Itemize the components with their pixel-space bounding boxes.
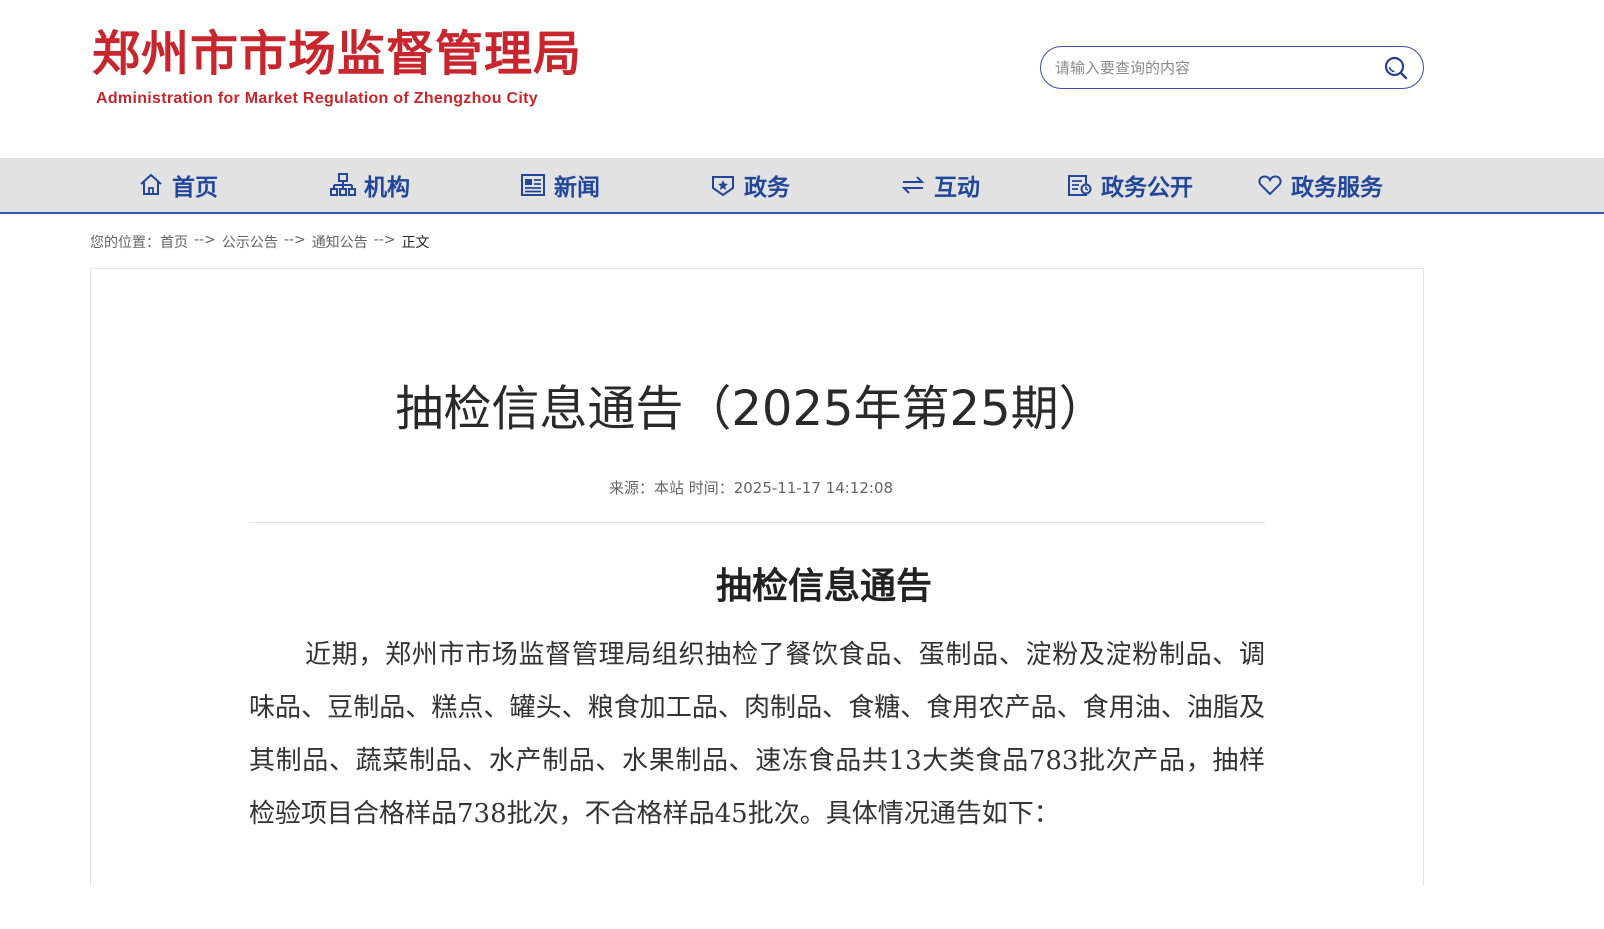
nav-label: 新闻: [554, 175, 600, 201]
breadcrumb-link-notices[interactable]: 通知公告: [312, 232, 368, 252]
document-disclosure-icon: [1067, 172, 1093, 198]
logo-title: 郑州市市场监督管理局: [92, 26, 583, 82]
nav-label: 互动: [934, 175, 980, 201]
nav-item-services[interactable]: 政务服务: [1257, 158, 1383, 212]
nav-label: 政务: [744, 175, 790, 201]
home-icon: [138, 172, 164, 198]
breadcrumb-separator: -->: [283, 232, 306, 248]
nav-label: 首页: [172, 175, 218, 201]
breadcrumb-separator: -->: [194, 232, 216, 248]
nav-label: 机构: [364, 175, 410, 201]
nav-label: 政务服务: [1291, 175, 1383, 201]
nav-item-government[interactable]: 政务: [710, 158, 790, 212]
article-container: 抽检信息通告（2025年第25期） 来源：本站 时间：2025-11-17 14…: [90, 268, 1424, 908]
breadcrumb-link-announcements[interactable]: 公示公告: [222, 232, 278, 252]
heart-icon: [1257, 172, 1283, 198]
nav-item-news[interactable]: 新闻: [520, 158, 600, 212]
article-subtitle: 抽检信息通告: [715, 565, 932, 607]
search-input[interactable]: [1055, 56, 1365, 80]
breadcrumb: 您的位置： 首页 --> 公示公告 --> 通知公告 --> 正文: [90, 232, 430, 252]
government-shield-icon: [710, 172, 736, 198]
article-meta: 来源：本站 时间：2025-11-17 14:12:08: [608, 479, 894, 497]
breadcrumb-separator: -->: [373, 232, 396, 248]
page-bottom-edge: [0, 886, 1604, 929]
exchange-arrows-icon: [900, 172, 926, 198]
nav-item-org[interactable]: 机构: [330, 158, 410, 212]
article-title: 抽检信息通告（2025年第25期）: [395, 381, 1107, 437]
main-nav: 首页 机构 新闻 政务 互动 政务公开 政务服务: [0, 158, 1604, 214]
article-body: 近期，郑州市市场监督管理局组织抽检了餐饮食品、蛋制品、淀粉及淀粉制品、调味品、豆…: [249, 640, 1265, 829]
nav-item-disclosure[interactable]: 政务公开: [1067, 158, 1193, 212]
breadcrumb-prefix: 您的位置：: [90, 235, 160, 251]
site-logo[interactable]: 郑州市市场监督管理局 Administration for Market Reg…: [92, 26, 582, 108]
org-chart-icon: [330, 172, 356, 198]
nav-item-interaction[interactable]: 互动: [900, 158, 980, 212]
logo-subtitle: Administration for Market Regulation of …: [96, 90, 538, 107]
nav-label: 政务公开: [1101, 175, 1193, 201]
search-icon[interactable]: [1383, 55, 1409, 81]
breadcrumb-link-home[interactable]: 首页: [160, 232, 188, 252]
divider: [249, 522, 1265, 523]
breadcrumb-current: 正文: [401, 235, 430, 251]
newspaper-icon: [520, 172, 546, 198]
site-header: 郑州市市场监督管理局 Administration for Market Reg…: [0, 0, 1604, 158]
nav-item-home[interactable]: 首页: [138, 158, 218, 212]
search-box: [1040, 46, 1424, 89]
